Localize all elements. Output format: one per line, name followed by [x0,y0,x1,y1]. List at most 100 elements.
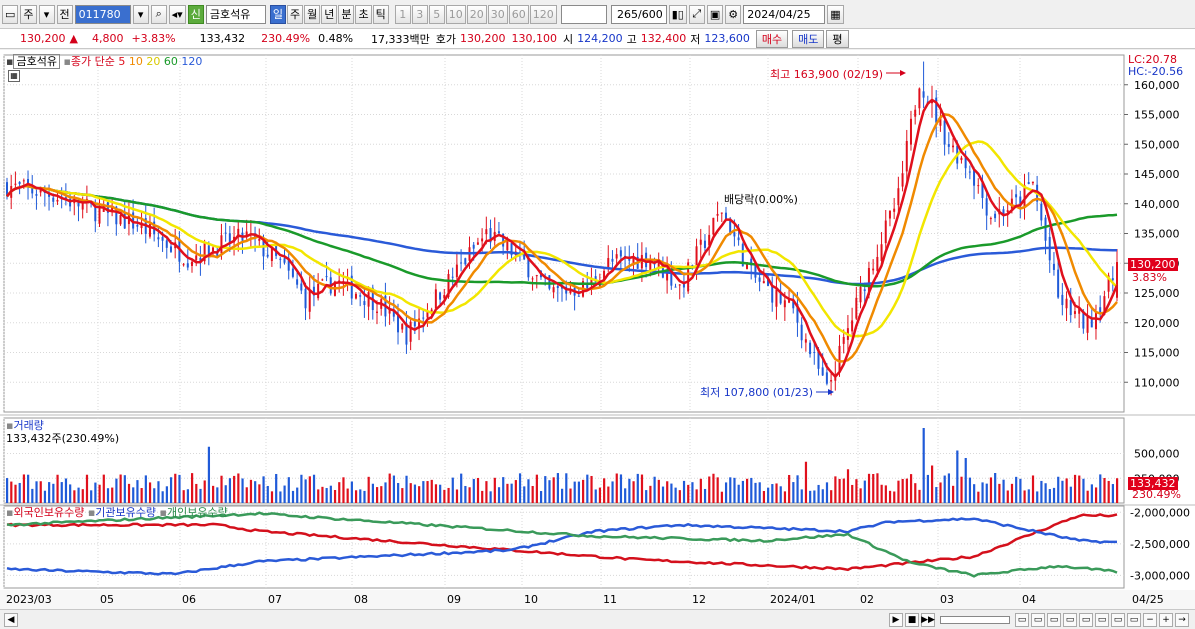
interval-button-6[interactable]: 60 [508,4,529,24]
eval-button[interactable]: 평 [826,29,849,48]
period-tab-1[interactable]: 주 [286,4,304,24]
layout-icon-4[interactable]: ▭ [1063,612,1077,627]
zoom-slider[interactable] [940,615,1010,624]
sell-button[interactable]: 매도 [792,29,825,48]
layout-icon-3[interactable]: ▭ [1047,612,1061,627]
volume-bar [224,485,227,503]
chevron-down-icon[interactable]: ▾ [38,4,55,24]
volume-bar [876,473,879,503]
volume-bar [720,491,723,503]
chart-canvas[interactable]: 2023/03 05 06 07 08 09 10 11 12 2024/01 02 03 04 04/2… [0,50,1195,612]
layout-icon-6[interactable]: ▭ [1095,612,1109,627]
volume-bar [1103,477,1106,503]
volume-bar [527,479,530,503]
stop-icon[interactable]: ■ [905,612,919,627]
volume-bar [493,477,496,503]
candle-body [859,286,862,303]
period-tab-6[interactable]: 틱 [372,4,389,24]
scroll-right-icon[interactable]: → [1175,612,1189,627]
interval-button-1[interactable]: 3 [411,4,428,24]
volume-bar [939,482,942,503]
volume-bar [426,481,429,503]
layout-icon-8[interactable]: ▭ [1127,612,1141,627]
step-back-icon[interactable]: ▶ [889,612,903,627]
calendar-icon[interactable]: ▦ [827,4,844,24]
prev-button[interactable]: 전 [56,4,73,24]
period-tab-0[interactable]: 일 [269,4,286,24]
high-annotation: 최고 163,900 (02/19) [770,68,884,81]
chart-area[interactable]: 2023/03 05 06 07 08 09 10 11 12 2024/01 02 03 04 04/2… [0,50,1195,612]
volume-bar [632,481,635,503]
candle-body [804,339,807,343]
volume-bar [640,474,644,503]
interval-button-4[interactable]: 20 [466,4,487,24]
volume-bar [77,487,80,503]
candle-body [56,199,59,202]
interval-button-5[interactable]: 30 [487,4,508,24]
inst-label: 기관보유수량 [95,506,157,519]
volume-bar [1023,490,1026,503]
layout-icon-7[interactable]: ▭ [1111,612,1125,627]
volume-value: 133,432주(230.49%) [6,432,120,445]
volume-bar [434,484,438,503]
layout-icon-2[interactable]: ▭ [1031,612,1045,627]
volume-bar [657,479,660,503]
volume-bar [926,474,929,503]
line-draw-icon[interactable]: ⤢ [688,4,705,24]
period-tab-2[interactable]: 월 [304,4,321,24]
extra-dropdown[interactable] [560,4,607,24]
table-icon[interactable]: ▦ [8,70,20,82]
window-icon[interactable]: ▭ [2,4,19,24]
candle-body [842,337,845,344]
candle-type-icon[interactable]: ▮▯ [668,4,687,24]
volume-bar [262,476,265,503]
zoom-in-icon[interactable]: + [1159,612,1173,627]
code-input[interactable]: 011780 [74,4,131,24]
layout-icon-5[interactable]: ▭ [1079,612,1093,627]
play-icon[interactable]: ▶▶ [921,612,935,627]
high-price: 132,400 [640,32,687,45]
candle-body [905,140,908,172]
mode-selector[interactable]: 주 [20,4,37,24]
volume-bar [31,488,34,503]
period-tab-4[interactable]: 분 [338,4,355,24]
x-tick-label: 05 [100,593,114,606]
volume-bar [855,479,858,503]
volume-bar [1031,475,1035,503]
volume-bar [867,473,871,503]
candle-body [98,208,101,224]
gear-icon[interactable]: ⚙ [725,4,742,24]
volume-bar [964,458,967,503]
chart-scrollbar[interactable]: ◀ ▶ ■ ▶▶ ▭ ▭ ▭ ▭ ▭ ▭ ▭ ▭ − + → [0,609,1195,629]
candle-body [1073,311,1076,314]
code-dropdown-icon[interactable]: ▾ [132,4,149,24]
volume-bar [380,486,383,503]
volume-bar [716,477,719,503]
scroll-left-icon[interactable]: ◀ [4,612,18,627]
speaker-icon[interactable]: ◂▾ [168,4,186,24]
layout-icon-1[interactable]: ▭ [1015,612,1029,627]
period-tab-5[interactable]: 초 [355,4,372,24]
save-icon[interactable]: ▣ [706,4,724,24]
volume-bar [90,490,93,503]
zoom-out-icon[interactable]: − [1143,612,1157,627]
interval-button-2[interactable]: 5 [428,4,445,24]
buy-button[interactable]: 매수 [755,29,789,48]
count-field[interactable]: 265/600 [610,4,667,24]
volume-bar [914,483,917,503]
turnover: 0.48% [318,32,354,45]
low-price: 123,600 [704,32,750,45]
holdings-legend: ▪외국인보유수량 ▪기관보유수량 ▪개인보유수량 [6,506,228,519]
volume-bar [98,484,101,503]
volume-bar [455,489,459,503]
volume-bar [220,475,223,503]
interval-button-3[interactable]: 10 [445,4,466,24]
date-input[interactable]: 2024/04/25 [743,4,826,24]
search-icon[interactable]: ⌕ [150,4,167,24]
period-tab-3[interactable]: 년 [321,4,338,24]
interval-button-0[interactable]: 1 [394,4,411,24]
interval-button-7[interactable]: 120 [529,4,557,24]
volume-bar [514,480,517,503]
candle-body [1069,300,1072,316]
candle-body [1061,294,1064,306]
